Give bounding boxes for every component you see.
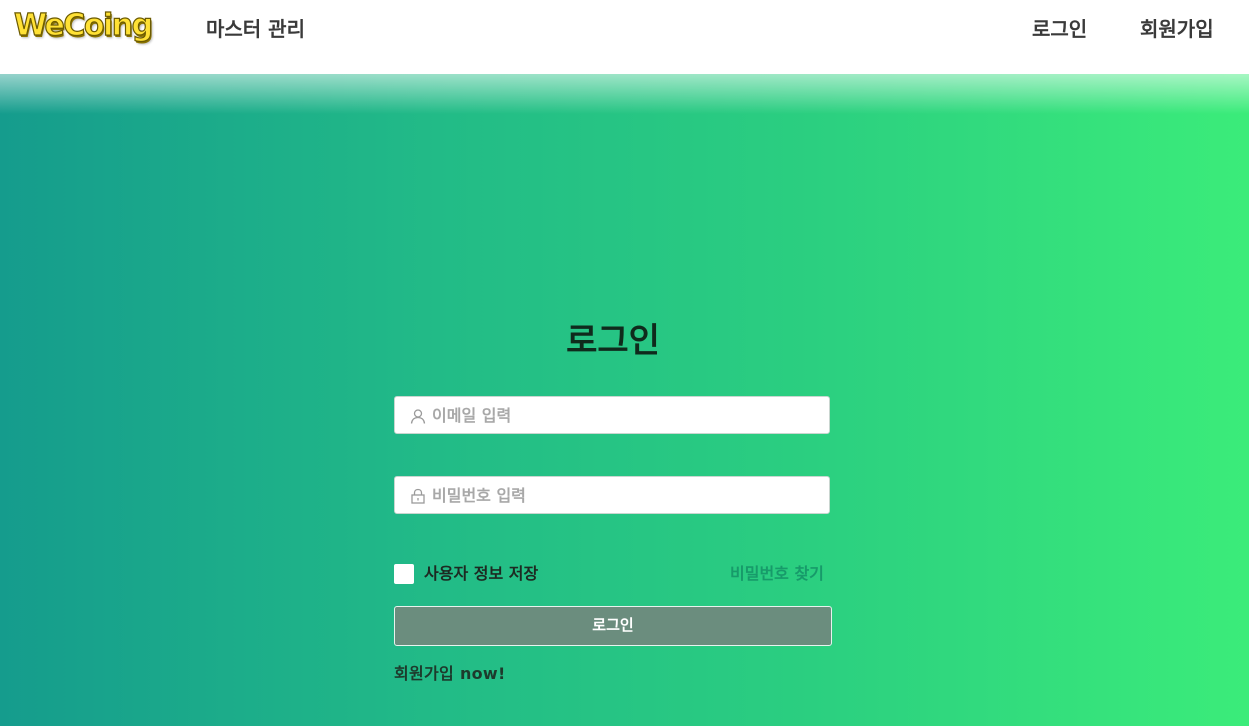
remember-me-label[interactable]: 사용자 정보 저장 — [424, 563, 538, 585]
email-field[interactable] — [394, 396, 830, 434]
top-navbar: WeCoing 마스터 관리 로그인 회원가입 — [0, 0, 1249, 74]
nav-signup[interactable]: 회원가입 — [1140, 16, 1214, 42]
signup-now-link[interactable]: 회원가입 now! — [394, 663, 506, 685]
find-password-link[interactable]: 비밀번호 찾기 — [730, 563, 824, 585]
header-shadow — [0, 74, 1249, 114]
remember-me-checkbox[interactable] — [394, 564, 414, 584]
login-page-background: 로그인 사용자 정보 저장 비밀번호 찾기 로그인 회원가입 now! — [0, 74, 1249, 726]
email-input[interactable] — [432, 397, 822, 433]
nav-login[interactable]: 로그인 — [1032, 16, 1087, 42]
password-input[interactable] — [432, 477, 822, 513]
login-button[interactable]: 로그인 — [394, 606, 832, 646]
user-icon — [410, 409, 426, 424]
lock-icon — [411, 488, 425, 504]
password-field[interactable] — [394, 476, 830, 514]
nav-master-management[interactable]: 마스터 관리 — [206, 16, 305, 42]
login-title: 로그인 — [566, 321, 660, 361]
wecoing-logo[interactable]: WeCoing — [13, 6, 153, 46]
